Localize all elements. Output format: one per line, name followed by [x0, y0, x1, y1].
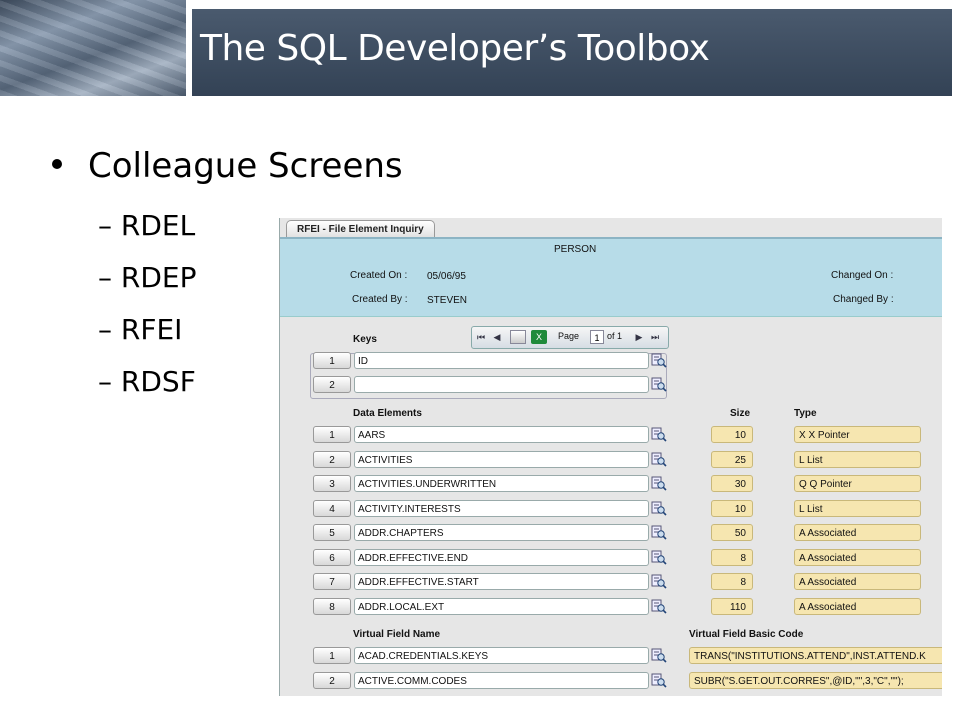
- data-element-size: 50: [711, 524, 753, 541]
- lookup-icon[interactable]: [651, 426, 667, 442]
- keys-header: Keys: [353, 334, 377, 345]
- lookup-icon[interactable]: [651, 647, 667, 663]
- data-element-name-field[interactable]: ACTIVITIES.UNDERWRITTEN: [354, 475, 649, 492]
- data-element-name-field[interactable]: ADDR.EFFECTIVE.END: [354, 548, 649, 566]
- data-element-name-field[interactable]: AARS: [354, 426, 649, 443]
- data-element-row-number[interactable]: 7: [313, 573, 351, 590]
- data-element-name-field[interactable]: ADDR.CHAPTERS: [354, 524, 649, 541]
- created-on-label: Created On :: [350, 270, 408, 281]
- lookup-icon[interactable]: [651, 376, 667, 392]
- bullet-dot-icon: [52, 158, 62, 169]
- data-element-name-field[interactable]: ADDR.LOCAL.EXT: [354, 597, 649, 615]
- file-name: PERSON: [554, 244, 597, 255]
- data-element-row-number[interactable]: 8: [313, 597, 351, 615]
- changed-on-label: Changed On :: [831, 270, 894, 281]
- data-element-type: A Associated: [794, 573, 921, 590]
- lookup-icon[interactable]: [651, 573, 667, 589]
- data-element-name-field[interactable]: ADDR.EFFECTIVE.START: [354, 573, 649, 590]
- data-element-type: A Associated: [794, 524, 921, 541]
- data-element-type: A Associated: [794, 548, 921, 566]
- data-element-name-field[interactable]: ACTIVITIES: [354, 450, 649, 468]
- key-row-number[interactable]: 2: [313, 376, 351, 393]
- bullet-label: Colleague Screens: [88, 146, 403, 186]
- page-number-input[interactable]: 1: [590, 330, 604, 344]
- created-on-value: 05/06/95: [427, 271, 466, 282]
- data-element-size: 30: [711, 475, 753, 492]
- key-field[interactable]: ID: [354, 352, 649, 369]
- created-by-value: STEVEN: [427, 295, 468, 306]
- lookup-icon[interactable]: [651, 451, 667, 467]
- virtual-field-row-number[interactable]: 2: [313, 671, 351, 689]
- data-element-row-number[interactable]: 4: [313, 499, 351, 517]
- lookup-icon[interactable]: [651, 524, 667, 540]
- lookup-icon[interactable]: [651, 598, 667, 614]
- key-field[interactable]: [354, 376, 649, 393]
- first-page-icon[interactable]: ⏮: [474, 330, 488, 344]
- bullet-colleague-screens: Colleague Screens: [52, 146, 403, 186]
- virtual-field-code: SUBR("S.GET.OUT.CORRES",@ID,"",3,"C","")…: [689, 671, 942, 689]
- data-element-row-number[interactable]: 6: [313, 548, 351, 566]
- virtual-field-row-number[interactable]: 1: [313, 647, 351, 664]
- data-element-size: 8: [711, 548, 753, 566]
- data-element-row-number[interactable]: 3: [313, 475, 351, 492]
- virtual-field-code: TRANS("INSTITUTIONS.ATTEND",INST.ATTEND.…: [689, 647, 942, 664]
- pager-toolbar: ⏮ ◀ X Page 1 of 1 ▶ ⏭: [471, 326, 669, 349]
- virtual-field-code-header: Virtual Field Basic Code: [689, 629, 804, 640]
- data-element-type: A Associated: [794, 597, 921, 615]
- lookup-icon[interactable]: [651, 352, 667, 368]
- data-element-type: Q Q Pointer: [794, 475, 921, 492]
- page-box-icon[interactable]: [510, 330, 526, 344]
- page-total-label: of 1: [607, 331, 623, 341]
- prev-page-icon[interactable]: ◀: [490, 330, 504, 344]
- virtual-field-name-header: Virtual Field Name: [353, 629, 441, 640]
- excel-export-icon[interactable]: X: [531, 330, 547, 344]
- changed-by-label: Changed By :: [833, 294, 894, 305]
- lookup-icon[interactable]: [651, 500, 667, 516]
- data-elements-header: Data Elements: [353, 408, 422, 419]
- data-element-row-number[interactable]: 2: [313, 450, 351, 468]
- rfei-screen: RFEI - File Element Inquiry PERSON Creat…: [279, 218, 942, 696]
- virtual-field-name-field[interactable]: ACTIVE.COMM.CODES: [354, 671, 649, 689]
- subitem-rdsf: – RDSF: [98, 365, 196, 398]
- data-element-size: 10: [711, 426, 753, 443]
- lookup-icon[interactable]: [651, 475, 667, 491]
- data-element-size: 110: [711, 597, 753, 615]
- data-element-type: X X Pointer: [794, 426, 921, 443]
- data-element-type: L List: [794, 450, 921, 468]
- header-decoration-image: [0, 0, 186, 96]
- lookup-icon[interactable]: [651, 672, 667, 688]
- data-element-size: 10: [711, 499, 753, 517]
- data-element-row-number[interactable]: 1: [313, 426, 351, 443]
- data-element-name-field[interactable]: ACTIVITY.INTERESTS: [354, 499, 649, 517]
- subitem-rdel: – RDEL: [98, 209, 196, 242]
- data-element-size: 25: [711, 450, 753, 468]
- size-header: Size: [730, 408, 751, 419]
- page-label: Page: [558, 331, 580, 341]
- subitem-rdep: – RDEP: [98, 261, 197, 294]
- last-page-icon[interactable]: ⏭: [648, 330, 662, 344]
- subitem-rfei: – RFEI: [98, 313, 183, 346]
- key-row-number[interactable]: 1: [313, 352, 351, 369]
- next-page-icon[interactable]: ▶: [632, 330, 646, 344]
- data-element-type: L List: [794, 499, 921, 517]
- created-by-label: Created By :: [352, 294, 408, 305]
- virtual-field-name-field[interactable]: ACAD.CREDENTIALS.KEYS: [354, 647, 649, 664]
- file-info-panel: PERSON Created On : 05/06/95 Created By …: [280, 237, 942, 317]
- type-header: Type: [794, 408, 817, 419]
- data-element-size: 8: [711, 573, 753, 590]
- lookup-icon[interactable]: [651, 549, 667, 565]
- data-element-row-number[interactable]: 5: [313, 524, 351, 541]
- slide-title: The SQL Developer’s Toolbox: [200, 28, 710, 69]
